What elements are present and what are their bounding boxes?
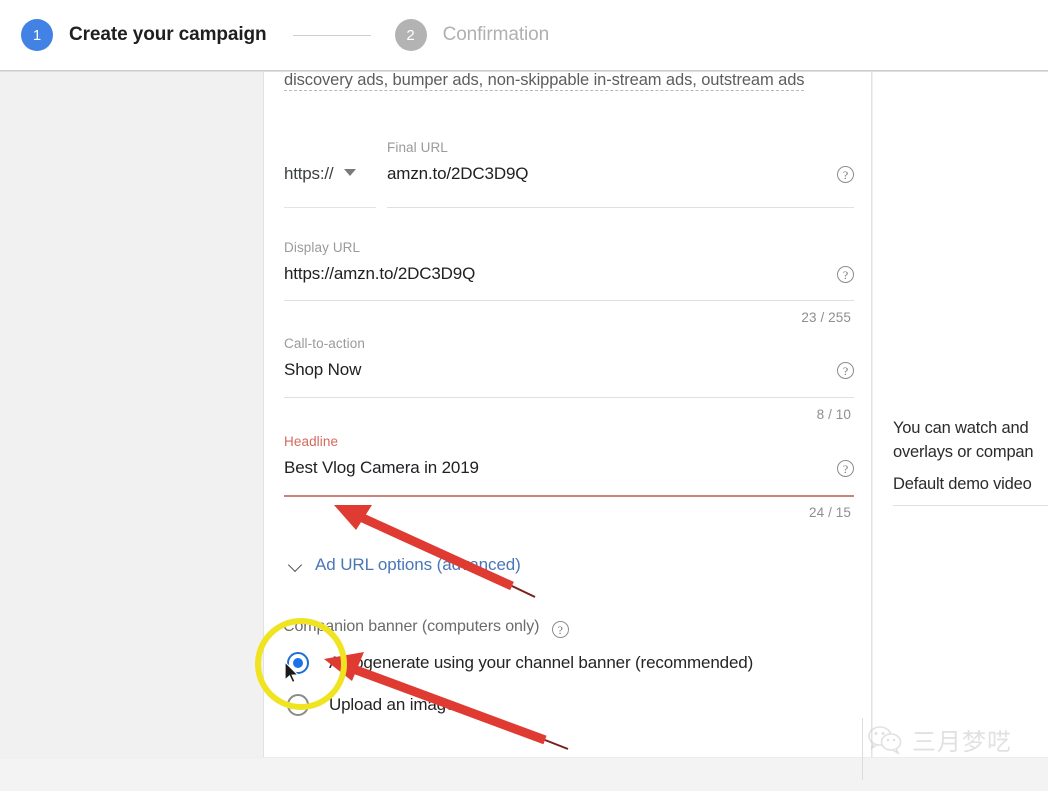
call-to-action-field: Call-to-action Shop Now ? [284, 336, 854, 380]
side-panel-divider [893, 505, 1048, 506]
display-url-underline [284, 300, 854, 301]
chevron-down-icon [290, 559, 303, 572]
ad-url-options-toggle[interactable]: Ad URL options (advanced) [290, 555, 521, 575]
radio-autogenerate-label: Autogenerate using your channel banner (… [329, 653, 754, 672]
step-2-label: Confirmation [442, 24, 550, 45]
final-url-field: Final URL https:// amzn.to/2DC3D9Q ? [284, 140, 854, 184]
ad-formats-text: discovery ads, bumper ads, non-skippable… [284, 72, 805, 91]
annotation-highlight-circle [255, 618, 347, 710]
step-confirmation[interactable]: 2 Confirmation [394, 19, 550, 51]
url-protocol-select[interactable]: https:// [284, 164, 377, 184]
ad-formats-value: discovery ads, bumper ads, non-skippable… [284, 72, 805, 91]
headline-label: Headline [284, 434, 339, 449]
app-screen: 1 Create your campaign 2 Confirmation → … [0, 0, 1048, 791]
headline-field: Headline Best Vlog Camera in 2019 ? [284, 434, 854, 478]
mouse-cursor-icon [284, 661, 300, 684]
side-panel-line-3: Default demo video [893, 475, 1032, 493]
call-to-action-counter: 8 / 10 [816, 407, 851, 422]
headline-counter: 24 / 15 [809, 505, 851, 520]
watermark-divider [862, 718, 863, 780]
step-2-number-badge: 2 [394, 19, 427, 51]
watermark-text: 三月梦呓 [912, 728, 1012, 756]
display-url-label: Display URL [284, 240, 361, 255]
call-to-action-row: Shop Now ? [284, 360, 854, 380]
ad-url-options-label: Ad URL options (advanced) [315, 555, 521, 574]
watermark: 三月梦呓 [868, 722, 1012, 757]
headline-row: Best Vlog Camera in 2019 ? [284, 458, 854, 478]
chevron-down-icon [344, 169, 357, 176]
display-url-row: https://amzn.to/2DC3D9Q ? [284, 264, 854, 284]
step-create-campaign[interactable]: 1 Create your campaign [21, 19, 267, 51]
display-url-input[interactable]: https://amzn.to/2DC3D9Q [284, 264, 475, 284]
url-protocol-underline [284, 207, 376, 208]
step-1-number-badge: 1 [21, 19, 53, 51]
final-url-underline [387, 207, 854, 208]
step-1-label: Create your campaign [69, 24, 267, 45]
companion-banner-help-icon[interactable]: ? [551, 621, 569, 638]
final-url-help-icon[interactable]: ? [837, 166, 854, 183]
display-url-field: Display URL https://amzn.to/2DC3D9Q ? [284, 240, 854, 284]
headline-input[interactable]: Best Vlog Camera in 2019 [284, 458, 479, 478]
ad-formats-row: → ▾ discovery ads, bumper ads, non-skipp… [284, 72, 852, 94]
headline-help-icon[interactable]: ? [837, 460, 854, 477]
page-body: → ▾ discovery ads, bumper ads, non-skipp… [0, 72, 1048, 791]
url-protocol-value: https:// [284, 164, 334, 183]
display-url-help-icon[interactable]: ? [837, 266, 854, 283]
radio-option-autogenerate[interactable]: Autogenerate using your channel banner (… [287, 652, 753, 674]
side-panel-line-1: You can watch and [893, 419, 1029, 437]
wechat-icon [868, 725, 902, 755]
step-connector-line [292, 34, 371, 36]
side-panel-line-2: overlays or compan [893, 443, 1034, 461]
call-to-action-label: Call-to-action [284, 336, 365, 351]
call-to-action-underline [284, 397, 854, 398]
wizard-stepper: 1 Create your campaign 2 Confirmation [21, 0, 549, 70]
preview-side-panel: You can watch and overlays or compan Def… [873, 72, 1048, 791]
radio-upload-image-label: Upload an image [329, 695, 456, 714]
final-url-input[interactable]: amzn.to/2DC3D9Q [387, 164, 529, 184]
final-url-label: Final URL [387, 140, 448, 155]
final-url-row: https:// amzn.to/2DC3D9Q ? [284, 164, 854, 184]
display-url-counter: 23 / 255 [801, 310, 851, 325]
page-bottom-divider [0, 757, 1048, 758]
headline-underline-error [284, 495, 854, 497]
call-to-action-input[interactable]: Shop Now [284, 360, 361, 380]
call-to-action-help-icon[interactable]: ? [837, 362, 854, 379]
page-bottom-band [0, 757, 1048, 791]
wizard-header: 1 Create your campaign 2 Confirmation [0, 0, 1048, 72]
